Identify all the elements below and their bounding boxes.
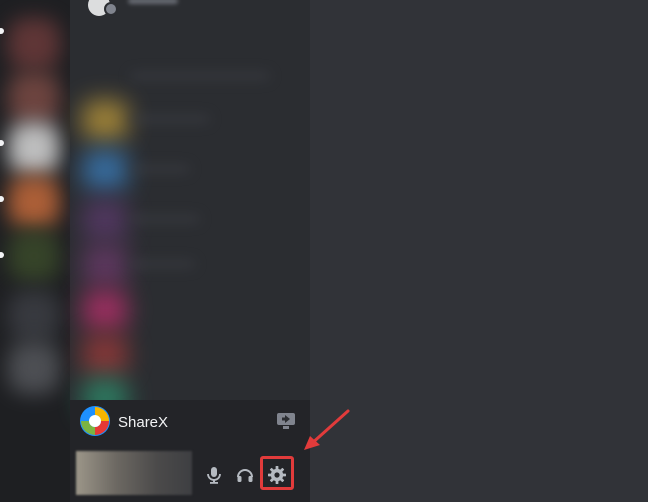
blurred-channel-name (130, 115, 210, 123)
unread-indicator (0, 140, 4, 146)
server-icon[interactable] (8, 290, 60, 342)
dm-avatar[interactable] (82, 200, 128, 240)
dm-avatar[interactable] (82, 290, 128, 330)
dm-avatar[interactable] (82, 245, 128, 285)
blurred-channel-name (130, 215, 200, 223)
server-icon[interactable] (8, 72, 60, 124)
mute-button[interactable] (198, 459, 230, 491)
headphones-icon (237, 469, 253, 482)
server-icon[interactable] (8, 176, 60, 228)
blurred-channel-name (130, 72, 270, 80)
status-badge (104, 2, 118, 16)
blurred-channel-name (130, 260, 195, 268)
blurred-name (128, 0, 178, 4)
microphone-icon (207, 467, 221, 484)
app-name: ShareX (118, 414, 169, 431)
server-icon[interactable] (8, 342, 60, 394)
dm-avatar[interactable] (82, 335, 128, 375)
dm-avatar[interactable] (82, 150, 128, 190)
user-info[interactable] (76, 451, 192, 495)
dm-avatar[interactable] (82, 100, 128, 140)
server-list (0, 0, 70, 502)
settings-highlight (260, 456, 294, 490)
unread-indicator (0, 196, 4, 202)
blurred-channel-name (130, 165, 190, 173)
unread-indicator (0, 252, 4, 258)
unread-indicator (0, 28, 4, 34)
sharex-logo-icon (80, 406, 110, 436)
screen-share-icon[interactable] (276, 412, 296, 430)
server-icon[interactable] (8, 122, 60, 174)
server-icon[interactable] (8, 18, 60, 70)
deafen-button[interactable] (229, 459, 261, 491)
annotation-arrow (304, 409, 350, 450)
server-icon[interactable] (8, 230, 60, 282)
